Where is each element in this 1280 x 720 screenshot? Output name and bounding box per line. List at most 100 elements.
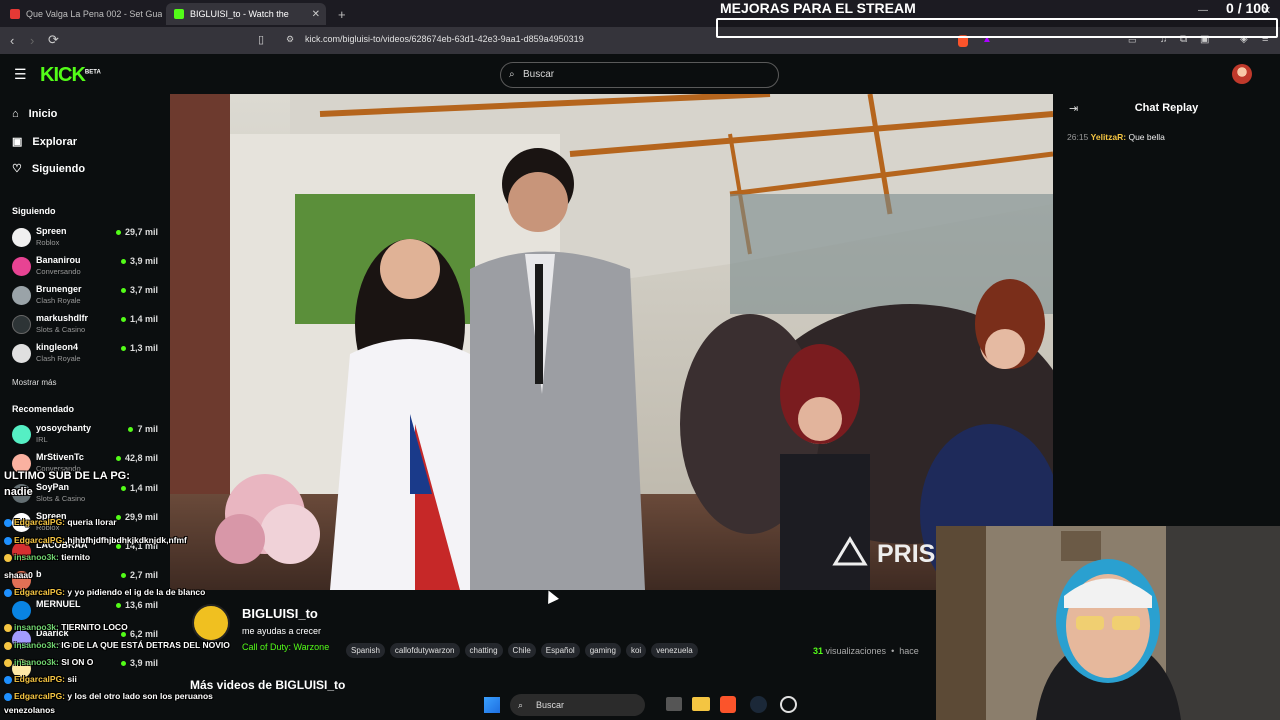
- badge-icon: [4, 641, 12, 650]
- forward-icon[interactable]: ›: [30, 33, 34, 48]
- badge-icon: [4, 658, 12, 667]
- file-explorer-icon[interactable]: [692, 697, 710, 711]
- overlay-chat-line: venezolanos: [4, 705, 56, 715]
- chat-message: 26:15 YelitzaR: Que bella: [1067, 132, 1165, 142]
- stream-goal-overlay: MEJORAS PARA EL STREAM 0 / 100: [716, 0, 1280, 40]
- tag[interactable]: chatting: [464, 643, 503, 658]
- tag[interactable]: gaming: [584, 643, 621, 658]
- close-tab-icon[interactable]: ✕: [312, 9, 320, 20]
- site-header: ☰ KICKBETA ⌕ Buscar: [0, 54, 1280, 94]
- badge-icon: [4, 623, 12, 632]
- steam-icon[interactable]: [750, 696, 767, 713]
- channel-item[interactable]: Bananirou Conversando 3,9 mil: [12, 255, 162, 283]
- viewer-count: 3,9 mil: [121, 658, 158, 668]
- nav-explorar[interactable]: ▣ Explorar: [12, 135, 77, 149]
- search-input[interactable]: ⌕ Buscar: [500, 62, 779, 88]
- channel-category: Clash Royale: [36, 354, 81, 363]
- badge-icon: [4, 553, 12, 562]
- back-icon[interactable]: ‹: [10, 33, 14, 48]
- channel-item[interactable]: markushdlfr Slots & Casino 1,4 mil: [12, 313, 162, 341]
- reload-icon[interactable]: ⟳: [48, 32, 59, 48]
- tag[interactable]: Español: [540, 643, 580, 658]
- last-sub-value: nadie: [4, 486, 33, 498]
- taskbar-search[interactable]: ⌕ Buscar: [510, 694, 645, 716]
- channel-category: Clash Royale: [36, 296, 81, 305]
- last-sub-label: ULTIMO SUB DE LA PG:: [4, 470, 130, 482]
- chat-timestamp: 26:15: [1067, 132, 1089, 142]
- channel-name: SoyPan: [36, 482, 70, 492]
- home-icon: ⌂: [12, 108, 19, 120]
- taskbar: ⌕ Buscar: [470, 690, 810, 720]
- tag[interactable]: Chile: [507, 643, 536, 658]
- channel-item[interactable]: yosoychanty IRL 7 mil: [12, 423, 162, 451]
- badge-icon: [4, 518, 12, 527]
- channel-name: Spreen: [36, 226, 67, 236]
- beta-badge: BETA: [84, 69, 101, 76]
- bookmark-icon[interactable]: ▯: [258, 33, 264, 46]
- nav-label: Inicio: [28, 108, 58, 120]
- obs-icon[interactable]: [780, 696, 797, 713]
- show-more-link[interactable]: Mostrar más: [12, 378, 56, 387]
- avatar: [12, 425, 31, 444]
- viewer-count: 1,4 mil: [121, 314, 158, 324]
- overlay-chat-line: shaaa0: [4, 570, 33, 580]
- streamer-avatar[interactable]: [192, 604, 230, 642]
- site-info-icon[interactable]: ⚙: [286, 34, 294, 45]
- tag[interactable]: Spanish: [346, 643, 385, 658]
- channel-name: Bananirou: [36, 255, 81, 265]
- overlay-chat-line: EdgarcalPG: y los del otro lado son los …: [4, 691, 213, 701]
- new-tab-button[interactable]: +: [334, 3, 354, 25]
- task-view-icon[interactable]: [666, 697, 682, 711]
- browser-tab-active[interactable]: BIGLUISI_to - Watch the VOD ✕: [166, 3, 326, 25]
- badge-icon: [4, 692, 12, 701]
- viewer-count: 13,6 mil: [116, 600, 158, 610]
- channel-category: Slots & Casino: [36, 494, 86, 503]
- youtube-favicon-icon: [10, 9, 20, 19]
- channel-item[interactable]: Brunenger Clash Royale 3,7 mil: [12, 284, 162, 312]
- url-input[interactable]: kick.com/bigluisi-to/videos/628674eb-63d…: [305, 34, 584, 44]
- user-avatar[interactable]: [1232, 64, 1252, 84]
- goal-title: MEJORAS PARA EL STREAM: [720, 0, 916, 16]
- webcam-frame: [936, 526, 1280, 720]
- kick-logo[interactable]: KICKBETA: [40, 64, 101, 87]
- overlay-chat-line: EdgarcalPG: queria llorar: [4, 517, 117, 527]
- streamer-name[interactable]: BIGLUISI_to: [242, 606, 318, 621]
- viewer-count: 1,3 mil: [121, 343, 158, 353]
- overlay-chat-line: EdgarcalPG: hjhbfhjdfhjbdhkjkdknjdk,nfmf: [4, 535, 187, 545]
- avatar: [12, 257, 31, 276]
- tag[interactable]: koi: [625, 643, 647, 658]
- nav-inicio[interactable]: ⌂ Inicio: [12, 108, 57, 120]
- viewer-count: 29,7 mil: [116, 227, 158, 237]
- chat-username[interactable]: YelitzaR:: [1091, 132, 1126, 142]
- heart-icon: ♡: [12, 163, 22, 175]
- browser-tab[interactable]: Que Valga La Pena 002 - Set Guarach: [2, 3, 162, 25]
- chat-title: Chat Replay: [1134, 102, 1199, 114]
- compass-icon: ▣: [12, 136, 23, 148]
- windows-start-icon[interactable]: [484, 697, 500, 713]
- tag[interactable]: callofdutywarzon: [389, 643, 460, 658]
- overlay-chat-line: EdgarcalPG: sii: [4, 674, 77, 684]
- search-placeholder: Buscar: [523, 69, 555, 80]
- search-icon: ⌕: [509, 69, 515, 80]
- goal-count: 0 / 100: [1226, 0, 1269, 16]
- nav-siguiendo[interactable]: ♡ Siguiendo: [12, 162, 85, 176]
- brave-browser-icon[interactable]: [720, 696, 736, 713]
- viewer-count: 7 mil: [128, 424, 158, 434]
- channel-name: kingleon4: [36, 342, 79, 352]
- channel-item[interactable]: kingleon4 Clash Royale 1,3 mil: [12, 342, 162, 370]
- video-player[interactable]: PRIS: [170, 94, 1053, 590]
- tab-title: BIGLUISI_to - Watch the VOD: [190, 9, 290, 19]
- video-frame: PRIS: [170, 94, 1053, 590]
- game-link[interactable]: Call of Duty: Warzone: [242, 642, 329, 652]
- tab-title: Que Valga La Pena 002 - Set Guarach: [26, 9, 162, 19]
- goal-progress-bar: [716, 18, 1278, 38]
- channel-item[interactable]: SoyPan Slots & Casino 1,4 mil: [12, 482, 162, 510]
- tag[interactable]: venezuela: [651, 643, 698, 658]
- chat-replay-panel: ⇥ Chat Replay 26:15 YelitzaR: Que bella: [1053, 94, 1280, 526]
- overlay-chat-line: insanoo3k: SI ON O: [4, 657, 93, 667]
- channel-name: yosoychanty: [36, 423, 92, 433]
- channel-item[interactable]: Spreen Roblox 29,7 mil: [12, 226, 162, 254]
- channel-name: b: [36, 569, 42, 579]
- channel-category: Slots & Casino: [36, 325, 86, 334]
- hamburger-menu-icon[interactable]: ☰: [14, 66, 27, 83]
